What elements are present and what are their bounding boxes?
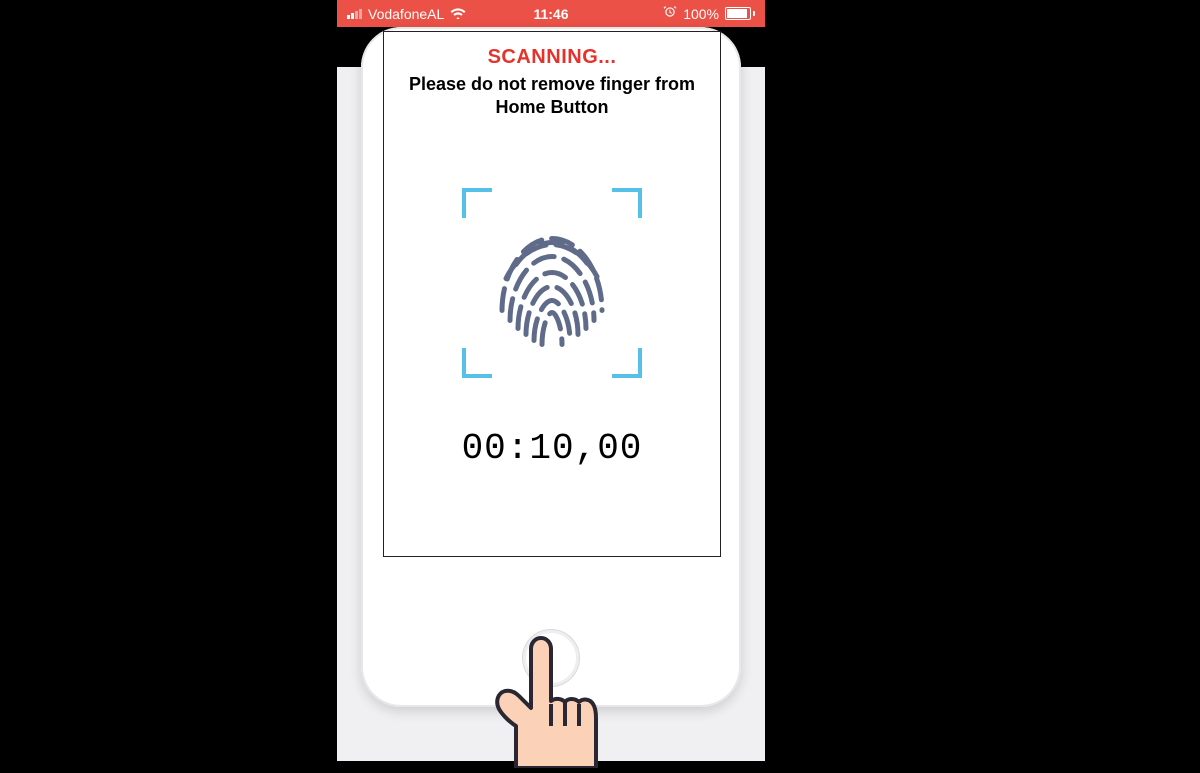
fingerprint-icon	[482, 201, 622, 366]
alarm-icon	[663, 5, 677, 22]
app-content: SCANNING... Please do not remove finger …	[337, 67, 765, 761]
scanning-instruction: Please do not remove finger from Home Bu…	[384, 73, 720, 118]
battery-percent-label: 100%	[683, 6, 719, 22]
mock-screen: SCANNING... Please do not remove finger …	[383, 31, 721, 557]
status-bar: VodafoneAL 11:46 100%	[337, 0, 765, 27]
pointing-hand-icon	[486, 628, 616, 773]
wifi-icon	[450, 6, 466, 22]
signal-bars-icon	[347, 9, 362, 19]
battery-icon	[725, 7, 755, 20]
fingerprint-scan-area[interactable]	[462, 188, 642, 378]
scanning-title: SCANNING...	[384, 46, 720, 69]
phone-mockup: SCANNING... Please do not remove finger …	[361, 27, 741, 707]
phone-screenshot: VodafoneAL 11:46 100% Scanning... SCANNI…	[337, 0, 765, 761]
countdown-timer: 00:10,00	[384, 428, 720, 469]
carrier-label: VodafoneAL	[368, 6, 444, 22]
